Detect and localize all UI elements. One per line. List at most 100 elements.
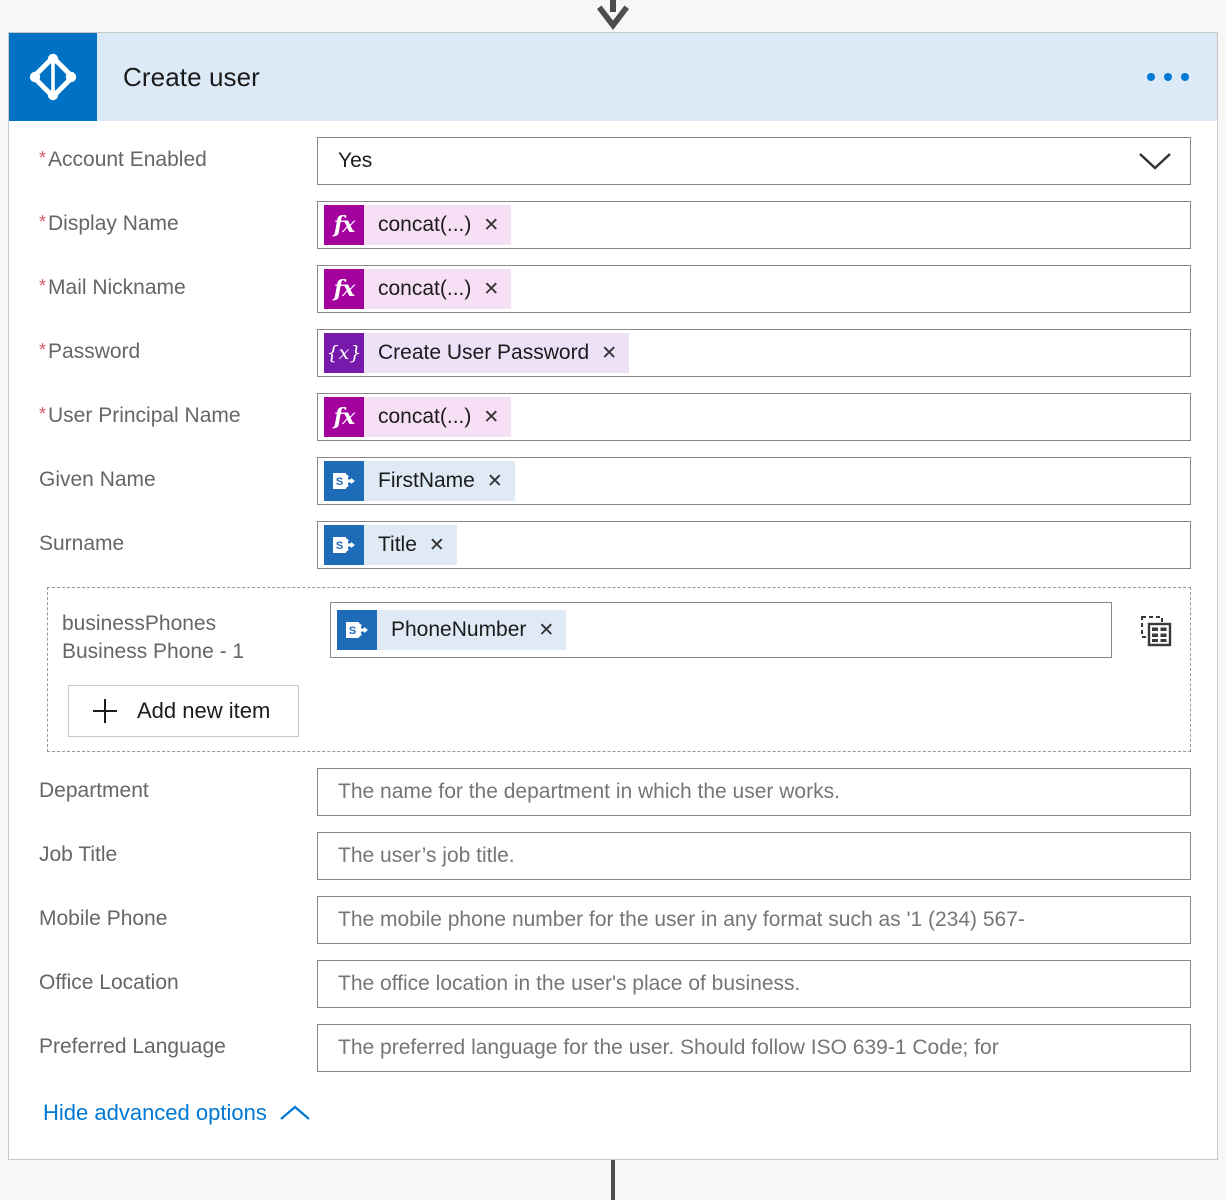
connector-top xyxy=(0,0,1226,32)
token-label: concat(...) xyxy=(378,277,472,300)
field-row-job-title: Job Title The user’s job title. xyxy=(9,831,1217,880)
hide-advanced-options-label: Hide advanced options xyxy=(43,1099,267,1125)
token-label: Create User Password xyxy=(378,341,590,364)
chevron-down-icon xyxy=(1139,153,1171,170)
close-icon[interactable]: ✕ xyxy=(483,216,499,235)
mobile-phone-input[interactable]: The mobile phone number for the user in … xyxy=(317,895,1191,944)
token-body: concat(...) ✕ xyxy=(364,205,512,245)
sharepoint-token-surname[interactable]: S Title ✕ xyxy=(324,525,457,565)
svg-text:S: S xyxy=(336,476,343,488)
required-asterisk: * xyxy=(39,276,47,296)
field-row-department: Department The name for the department i… xyxy=(9,767,1217,816)
azure-active-directory-icon xyxy=(9,33,97,121)
function-token-user-principal-name[interactable]: fx concat(...) ✕ xyxy=(324,397,512,437)
svg-text:S: S xyxy=(349,625,356,637)
job-title-placeholder: The user’s job title. xyxy=(338,843,515,867)
given-name-input[interactable]: S FirstName ✕ xyxy=(317,457,1191,505)
variable-token-password[interactable]: {x} Create User Password ✕ xyxy=(324,333,630,373)
add-new-item-button[interactable]: Add new item xyxy=(68,684,300,737)
field-row-mail-nickname: *Mail Nickname fx concat(...) ✕ xyxy=(9,265,1217,313)
token-label: FirstName xyxy=(378,469,475,492)
sharepoint-token-phone-number[interactable]: S PhoneNumber ✕ xyxy=(337,610,567,650)
office-location-placeholder: The office location in the user's place … xyxy=(338,971,801,995)
token-body: Title ✕ xyxy=(364,525,457,565)
create-user-action-card[interactable]: Create user *Account Enabled Yes *Displa… xyxy=(8,32,1218,1160)
close-icon[interactable]: ✕ xyxy=(483,280,499,299)
fx-icon: fx xyxy=(324,205,364,245)
user-principal-name-input[interactable]: fx concat(...) ✕ xyxy=(317,393,1191,441)
function-token-display-name[interactable]: fx concat(...) ✕ xyxy=(324,205,512,245)
token-body: Create User Password ✕ xyxy=(364,333,630,373)
field-row-office-location: Office Location The office location in t… xyxy=(9,959,1217,1008)
field-row-preferred-language: Preferred Language The preferred languag… xyxy=(9,1023,1217,1072)
switch-to-array-view-icon[interactable] xyxy=(1126,602,1186,648)
plus-icon xyxy=(93,698,117,723)
field-row-mobile-phone: Mobile Phone The mobile phone number for… xyxy=(9,895,1217,944)
field-label-user-principal-name: *User Principal Name xyxy=(39,404,241,427)
close-icon[interactable]: ✕ xyxy=(483,408,499,427)
field-label-department: Department xyxy=(39,778,149,802)
business-phones-array-block: businessPhones Business Phone - 1 S Phon… xyxy=(47,587,1191,752)
business-phones-row: businessPhones Business Phone - 1 S Phon… xyxy=(48,602,1190,667)
field-label-given-name: Given Name xyxy=(39,468,156,491)
sharepoint-token-given-name[interactable]: S FirstName ✕ xyxy=(324,461,515,501)
token-body: concat(...) ✕ xyxy=(364,397,512,437)
field-row-display-name: *Display Name fx concat(...) ✕ xyxy=(9,201,1217,249)
department-placeholder: The name for the department in which the… xyxy=(338,779,840,803)
variable-icon: {x} xyxy=(324,333,364,373)
account-enabled-dropdown[interactable]: Yes xyxy=(317,137,1191,185)
sharepoint-icon: S xyxy=(324,461,364,501)
add-new-item-label: Add new item xyxy=(137,697,271,723)
field-label-job-title: Job Title xyxy=(39,842,118,866)
business-phone-input[interactable]: S PhoneNumber ✕ xyxy=(330,602,1112,658)
hide-advanced-options-link[interactable]: Hide advanced options xyxy=(43,1100,311,1126)
field-row-user-principal-name: *User Principal Name fx concat(...) ✕ xyxy=(9,393,1217,441)
preferred-language-input[interactable]: The preferred language for the user. Sho… xyxy=(317,1023,1191,1072)
job-title-input[interactable]: The user’s job title. xyxy=(317,831,1191,880)
fx-icon: fx xyxy=(324,397,364,437)
business-phones-label: businessPhones Business Phone - 1 xyxy=(62,602,330,667)
field-label-password: *Password xyxy=(39,340,141,363)
office-location-input[interactable]: The office location in the user's place … xyxy=(317,959,1191,1008)
password-input[interactable]: {x} Create User Password ✕ xyxy=(317,329,1191,377)
token-label: concat(...) xyxy=(378,213,472,236)
preferred-language-placeholder: The preferred language for the user. Sho… xyxy=(338,1035,999,1059)
sharepoint-icon: S xyxy=(324,525,364,565)
display-name-input[interactable]: fx concat(...) ✕ xyxy=(317,201,1191,249)
close-icon[interactable]: ✕ xyxy=(538,621,554,640)
field-row-account-enabled: *Account Enabled Yes xyxy=(9,137,1217,185)
field-label-mobile-phone: Mobile Phone xyxy=(39,906,168,930)
required-asterisk: * xyxy=(39,404,47,424)
close-icon[interactable]: ✕ xyxy=(429,536,445,555)
flow-action-card-page: Create user *Account Enabled Yes *Displa… xyxy=(0,0,1226,1200)
field-row-given-name: Given Name S FirstName ✕ xyxy=(9,457,1217,505)
card-header[interactable]: Create user xyxy=(9,33,1217,121)
token-label: concat(...) xyxy=(378,405,472,428)
required-asterisk: * xyxy=(39,212,47,232)
required-asterisk: * xyxy=(39,148,47,168)
function-token-mail-nickname[interactable]: fx concat(...) ✕ xyxy=(324,269,512,309)
field-label-display-name: *Display Name xyxy=(39,212,179,235)
close-icon[interactable]: ✕ xyxy=(601,344,617,363)
field-label-surname: Surname xyxy=(39,532,125,555)
card-title: Create user xyxy=(123,61,260,92)
card-body: *Account Enabled Yes *Display Name fx co… xyxy=(9,137,1217,1126)
fx-icon: fx xyxy=(324,269,364,309)
ellipsis-horizontal-icon[interactable] xyxy=(1141,65,1195,89)
token-body: PhoneNumber ✕ xyxy=(377,610,567,650)
chevron-up-icon xyxy=(280,1105,310,1120)
close-icon[interactable]: ✕ xyxy=(487,472,503,491)
mobile-phone-placeholder: The mobile phone number for the user in … xyxy=(338,907,1025,931)
token-label: Title xyxy=(378,533,417,556)
sharepoint-icon: S xyxy=(337,610,377,650)
mail-nickname-input[interactable]: fx concat(...) ✕ xyxy=(317,265,1191,313)
field-label-office-location: Office Location xyxy=(39,970,179,994)
business-phones-label-line1: businessPhones xyxy=(62,612,217,635)
surname-input[interactable]: S Title ✕ xyxy=(317,521,1191,569)
token-label: PhoneNumber xyxy=(391,618,527,641)
field-row-password: *Password {x} Create User Password ✕ xyxy=(9,329,1217,377)
token-body: concat(...) ✕ xyxy=(364,269,512,309)
connector-line xyxy=(611,1160,615,1200)
department-input[interactable]: The name for the department in which the… xyxy=(317,767,1191,816)
field-label-preferred-language: Preferred Language xyxy=(39,1034,226,1058)
